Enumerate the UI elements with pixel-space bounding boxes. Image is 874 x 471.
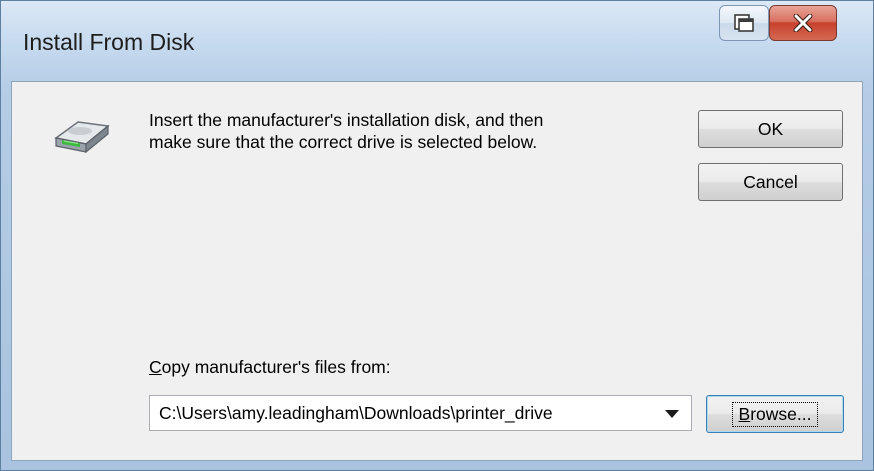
- browse-label-text: rowse...: [750, 403, 812, 424]
- copy-label-mnemonic: C: [149, 357, 162, 377]
- window-title: Install From Disk: [23, 29, 195, 55]
- disk-drive-icon: [54, 121, 110, 154]
- install-from-disk-window: Install From Disk Insert the manufacture…: [0, 0, 874, 471]
- browse-focus-rect: Browse...: [731, 401, 819, 427]
- path-input-value[interactable]: C:\Users\amy.leadingham\Downloads\printe…: [159, 403, 649, 424]
- dropdown-arrow-icon[interactable]: [665, 410, 679, 418]
- ok-button[interactable]: OK: [698, 110, 843, 148]
- cancel-button-label: Cancel: [743, 171, 798, 192]
- restore-button[interactable]: [719, 5, 769, 41]
- title-bar[interactable]: Install From Disk: [1, 1, 873, 81]
- instruction-line-2: make sure that the correct drive is sele…: [149, 132, 538, 152]
- copy-label-text: opy manufacturer's files from:: [161, 357, 391, 377]
- close-icon: [793, 14, 813, 32]
- browse-mnemonic: B: [738, 403, 751, 424]
- cancel-button[interactable]: Cancel: [698, 163, 843, 201]
- close-button[interactable]: [769, 5, 837, 41]
- copy-files-label: Copy manufacturer's files from:: [149, 357, 391, 378]
- ok-button-label: OK: [757, 118, 784, 139]
- instruction-line-1: Insert the manufacturer's installation d…: [149, 110, 544, 130]
- browse-button[interactable]: Browse...: [706, 395, 844, 433]
- restore-window-icon: [734, 14, 754, 32]
- dialog-client-area: Insert the manufacturer's installation d…: [11, 81, 863, 461]
- path-combobox[interactable]: C:\Users\amy.leadingham\Downloads\printe…: [149, 395, 692, 431]
- instruction-text: Insert the manufacturer's installation d…: [149, 109, 669, 153]
